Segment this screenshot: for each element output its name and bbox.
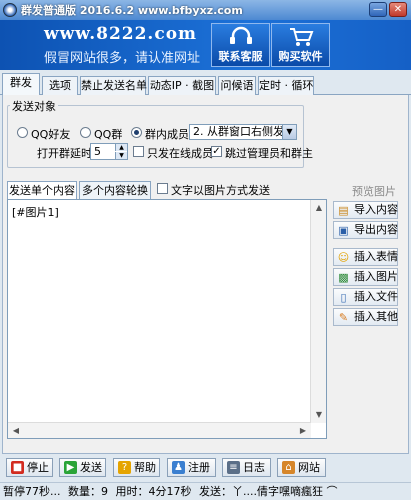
insert-other-button[interactable]: ✎ 插入其他 xyxy=(333,308,398,326)
insert-emoji-button[interactable]: ☺ 插入表情 xyxy=(333,248,398,266)
home-icon: ⌂ xyxy=(282,461,295,474)
buy-software-label: 购买软件 xyxy=(278,50,323,63)
scroll-left-icon[interactable]: ◀ xyxy=(8,423,24,439)
register-button[interactable]: ♟ 注册 xyxy=(167,458,216,477)
image-mode-checkbox[interactable] xyxy=(157,183,168,194)
export-icon: ▣ xyxy=(338,224,349,237)
send-target-label: 发送对象 xyxy=(10,98,58,114)
status-count: 数量：9 xyxy=(68,485,108,498)
tab-timer-loop[interactable]: 定时 · 循环 xyxy=(258,76,314,95)
help-icon: ? xyxy=(118,461,131,474)
help-label: 帮助 xyxy=(134,461,156,474)
radio-group-members-label: 群内成员 xyxy=(145,128,189,141)
close-button[interactable]: ✕ xyxy=(389,2,407,17)
play-icon: ▶ xyxy=(64,461,77,474)
help-button[interactable]: ? 帮助 xyxy=(113,458,160,477)
horizontal-scrollbar[interactable]: ◀ ▶ xyxy=(8,422,311,438)
subtab-single-content[interactable]: 发送单个内容 xyxy=(7,181,77,200)
import-content-label: 导入内容 xyxy=(354,203,398,216)
log-label: 日志 xyxy=(243,461,265,474)
open-delay-stepper[interactable]: 5 ▲ ▼ xyxy=(90,143,128,160)
radio-qq-group[interactable] xyxy=(80,127,91,138)
open-delay-value: 5 xyxy=(94,145,101,158)
send-button[interactable]: ▶ 发送 xyxy=(59,458,106,477)
radio-group-members[interactable] xyxy=(131,127,142,138)
tab-options[interactable]: 选项 xyxy=(42,76,78,95)
insert-image-label: 插入图片 xyxy=(354,270,398,283)
member-source-value: 2. 从群窗口右侧发送 xyxy=(193,125,295,138)
status-sending: 发送：丫....倩字嘿嘀瘋狂 ⌒ xyxy=(199,485,338,498)
minimize-button[interactable]: — xyxy=(369,2,387,17)
website-label: 网站 xyxy=(298,461,320,474)
export-content-label: 导出内容 xyxy=(354,223,398,236)
insert-other-icon: ✎ xyxy=(338,311,349,324)
insert-emoji-label: 插入表情 xyxy=(354,250,398,263)
contact-service-button[interactable]: 联系客服 xyxy=(211,23,270,67)
window-title: 群发普通版 2016.6.2 www.bfbyxz.com xyxy=(21,4,243,17)
banner-url[interactable]: www.8222.com xyxy=(44,24,197,44)
open-delay-label: 打开群延时 xyxy=(37,147,92,160)
import-icon: ▤ xyxy=(338,204,349,217)
register-label: 注册 xyxy=(188,461,210,474)
skip-admin-checkbox[interactable]: ✓ xyxy=(211,146,222,157)
smiley-icon: ☺ xyxy=(337,251,350,264)
status-state: 暂停77秒... xyxy=(3,485,61,498)
member-source-select[interactable]: 2. 从群窗口右侧发送 ▼ xyxy=(189,124,297,140)
chevron-down-icon[interactable]: ▼ xyxy=(282,125,296,139)
spin-up-icon[interactable]: ▲ xyxy=(115,144,127,151)
vertical-scrollbar[interactable]: ▲ ▼ xyxy=(310,200,326,423)
user-icon: ♟ xyxy=(172,461,185,474)
scroll-down-icon[interactable]: ▼ xyxy=(311,407,327,423)
spin-down-icon[interactable]: ▼ xyxy=(115,152,127,159)
contact-service-label: 联系客服 xyxy=(218,50,263,63)
scroll-right-icon[interactable]: ▶ xyxy=(295,423,311,439)
stop-button[interactable]: ■ 停止 xyxy=(6,458,53,477)
status-bar: 暂停77秒... 数量：9 用时：4分17秒 发送：丫....倩字嘿嘀瘋狂 ⌒ xyxy=(0,482,411,500)
radio-qq-friends-label: QQ好友 xyxy=(31,128,71,141)
app-logo-icon xyxy=(3,3,17,17)
send-label: 发送 xyxy=(80,461,102,474)
skip-admin-label: 跳过管理员和群主 xyxy=(225,147,313,160)
stop-label: 停止 xyxy=(27,461,49,474)
insert-file-label: 插入文件 xyxy=(354,290,398,303)
banner: www.8222.com 假冒网站很多，请认准网址 联系客服 购买软件 xyxy=(0,20,411,70)
image-icon: ▩ xyxy=(338,271,349,284)
tab-mass-send[interactable]: 群发 xyxy=(2,73,40,96)
headset-icon xyxy=(227,26,255,48)
insert-image-button[interactable]: ▩ 插入图片 xyxy=(333,268,398,286)
main-tabs: 群发 选项 禁止发送名单 动态IP · 截图 问候语 定时 · 循环 xyxy=(0,73,411,96)
insert-file-button[interactable]: ▯ 插入文件 xyxy=(333,288,398,306)
tab-greetings[interactable]: 问候语 xyxy=(218,76,256,95)
radio-qq-friends[interactable] xyxy=(17,127,28,138)
buy-software-button[interactable]: 购买软件 xyxy=(271,23,330,67)
log-icon: ≡ xyxy=(227,461,240,474)
insert-other-label: 插入其他 xyxy=(354,310,398,323)
title-bar: 群发普通版 2016.6.2 www.bfbyxz.com — ✕ xyxy=(0,0,411,20)
editor-text[interactable]: [#图片1] xyxy=(12,204,59,220)
only-online-checkbox[interactable] xyxy=(133,146,144,157)
app-window: 群发普通版 2016.6.2 www.bfbyxz.com — ✕ www.82… xyxy=(0,0,411,500)
status-elapsed: 用时：4分17秒 xyxy=(115,485,192,498)
file-icon: ▯ xyxy=(340,291,347,304)
tab-dynamic-ip-screenshot[interactable]: 动态IP · 截图 xyxy=(148,76,216,95)
message-editor[interactable]: [#图片1] ▲ ▼ ◀ ▶ xyxy=(7,199,327,439)
scroll-up-icon[interactable]: ▲ xyxy=(311,200,327,216)
export-content-button[interactable]: ▣ 导出内容 xyxy=(333,221,398,239)
tab-blocklist[interactable]: 禁止发送名单 xyxy=(80,76,147,95)
cart-icon xyxy=(287,26,315,48)
website-button[interactable]: ⌂ 网站 xyxy=(277,458,326,477)
only-online-label: 只发在线成员 xyxy=(147,147,213,160)
preview-image-label[interactable]: 预览图片 xyxy=(352,183,396,199)
stop-icon: ■ xyxy=(11,461,24,474)
log-button[interactable]: ≡ 日志 xyxy=(222,458,271,477)
banner-slogan: 假冒网站很多，请认准网址 xyxy=(44,51,201,66)
subtab-multi-content[interactable]: 多个内容轮换 xyxy=(79,181,151,200)
radio-qq-group-label: QQ群 xyxy=(94,128,123,141)
image-mode-label: 文字以图片方式发送 xyxy=(171,184,270,197)
import-content-button[interactable]: ▤ 导入内容 xyxy=(333,201,398,219)
